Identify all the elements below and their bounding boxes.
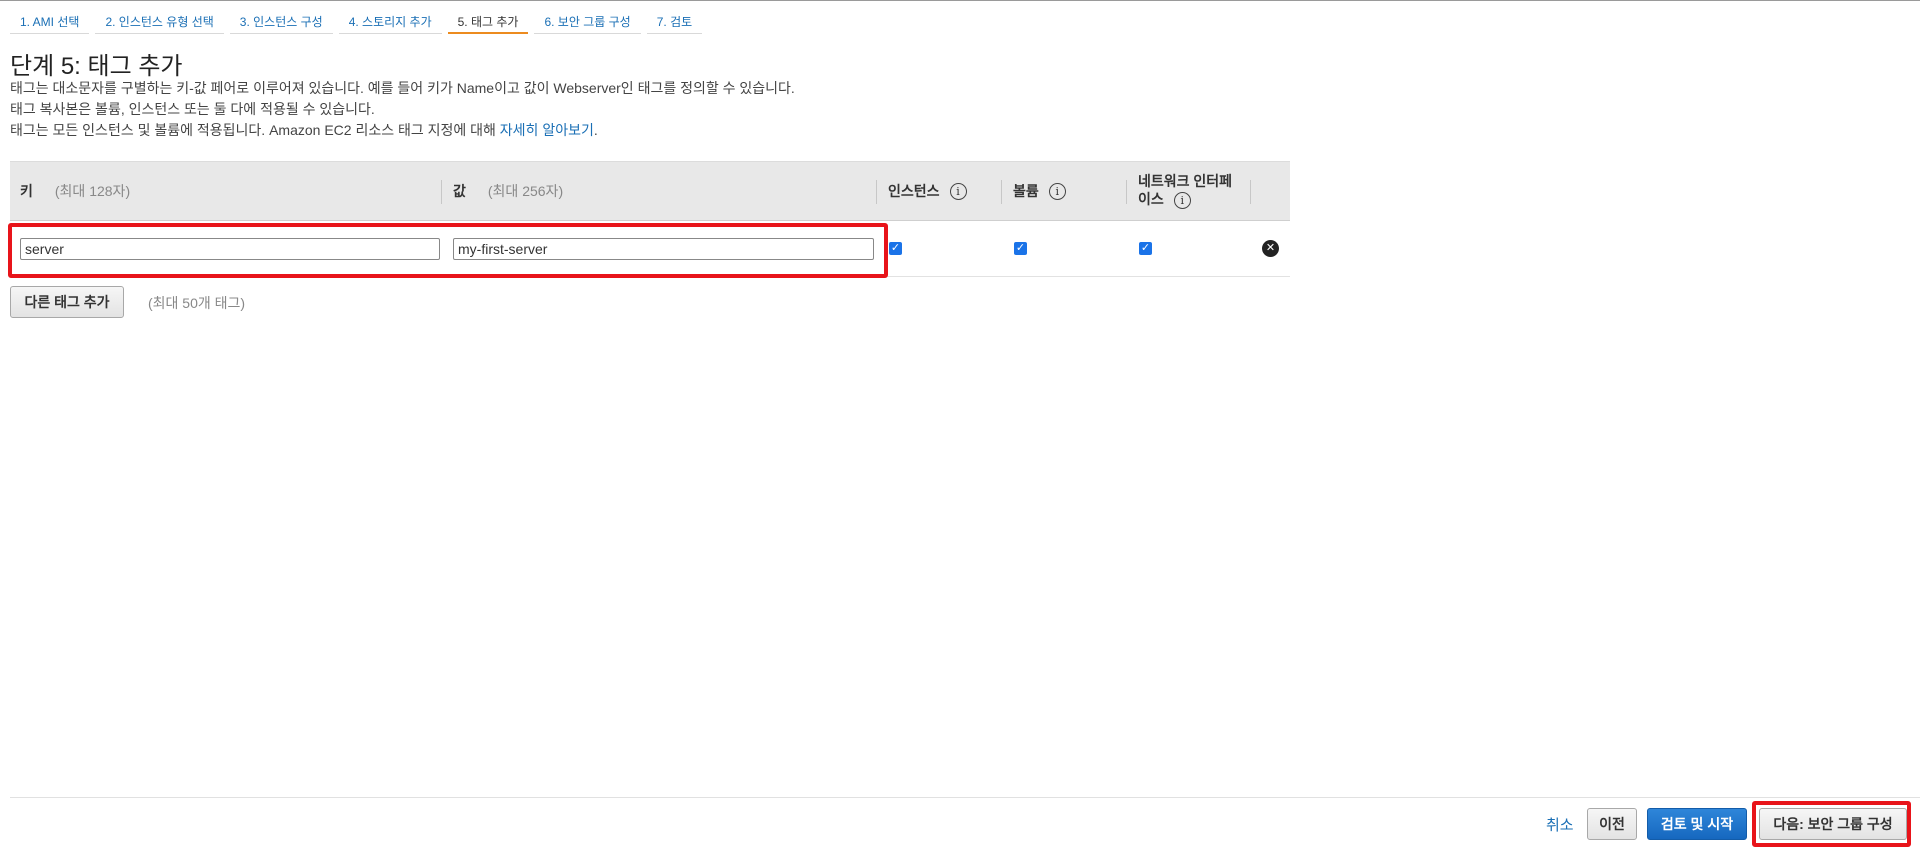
description-line-3-text: 태그는 모든 인스턴스 및 볼륨에 적용됩니다. Amazon EC2 리소스 …: [10, 122, 500, 138]
info-icon[interactable]: i: [1048, 182, 1066, 200]
step-instance-type[interactable]: 2. 인스턴스 유형 선택: [95, 10, 224, 34]
network-header-line-1: 네트워크 인터페: [1138, 173, 1233, 189]
key-column-header: 키 (최대 128자): [20, 162, 130, 220]
tag-value-input[interactable]: [453, 238, 874, 260]
wizard-steps: 1. AMI 선택 2. 인스턴스 유형 선택 3. 인스턴스 구성 4. 스토…: [10, 10, 708, 38]
instances-column-header: 인스턴스 i: [888, 162, 967, 220]
column-separator: [1126, 180, 1127, 204]
network-header-line-2: 이스 i: [1138, 190, 1232, 209]
info-icon[interactable]: i: [949, 182, 967, 200]
key-header-hint: (최대 128자): [54, 183, 131, 199]
column-separator: [876, 180, 877, 204]
description-line-1: 태그는 대소문자를 구별하는 키-값 페어로 이루어져 있습니다. 예를 들어 …: [10, 80, 795, 96]
step-add-tags[interactable]: 5. 태그 추가: [447, 10, 529, 34]
volumes-checkbox[interactable]: ✓: [1014, 242, 1027, 255]
step-security-group[interactable]: 6. 보안 그룹 구성: [534, 10, 641, 34]
tag-key-input[interactable]: [20, 238, 440, 260]
top-border: [0, 0, 1920, 1]
description-line-2: 태그 복사본은 볼륨, 인스턴스 또는 둘 다에 적용될 수 있습니다.: [10, 101, 375, 117]
page-title: 단계 5: 태그 추가: [10, 53, 183, 80]
network-interfaces-checkbox[interactable]: ✓: [1139, 242, 1152, 255]
remove-tag-icon[interactable]: ✕: [1262, 240, 1279, 257]
tags-table-header: 키 (최대 128자) 값 (최대 256자) 인스턴스 i 볼륨 i 네트워크…: [10, 161, 1290, 221]
column-separator: [1250, 180, 1251, 204]
value-column-header: 값 (최대 256자): [453, 162, 563, 220]
instances-header-label: 인스턴스: [888, 183, 940, 199]
add-tag-button[interactable]: 다른 태그 추가: [10, 286, 124, 318]
volumes-column-header: 볼륨 i: [1013, 162, 1066, 220]
volumes-header-label: 볼륨: [1013, 183, 1039, 199]
network-column-header: 네트워크 인터페 이스 i: [1138, 162, 1232, 220]
review-and-launch-button[interactable]: 검토 및 시작: [1647, 808, 1747, 840]
value-header-label: 값: [453, 183, 466, 199]
info-icon[interactable]: i: [1173, 192, 1191, 209]
step-configure-instance[interactable]: 3. 인스턴스 구성: [229, 10, 333, 34]
description-line-3: 태그는 모든 인스턴스 및 볼륨에 적용됩니다. Amazon EC2 리소스 …: [10, 120, 598, 140]
learn-more-link[interactable]: 자세히 알아보기: [500, 122, 594, 138]
cancel-link[interactable]: 취소: [1546, 814, 1574, 835]
step-ami[interactable]: 1. AMI 선택: [10, 10, 90, 34]
add-tag-hint: (최대 50개 태그): [148, 295, 246, 311]
next-security-group-button[interactable]: 다음: 보안 그룹 구성: [1759, 808, 1907, 840]
description-line-3-end: .: [593, 122, 598, 138]
instances-checkbox[interactable]: ✓: [889, 242, 902, 255]
footer-divider: [10, 797, 1920, 798]
column-separator: [1001, 180, 1002, 204]
step-add-storage[interactable]: 4. 스토리지 추가: [338, 10, 442, 34]
table-row: ✓ ✓ ✓ ✕: [10, 221, 1290, 277]
previous-button[interactable]: 이전: [1587, 808, 1637, 840]
value-header-hint: (최대 256자): [487, 183, 564, 199]
key-header-label: 키: [20, 183, 33, 199]
column-separator: [441, 180, 442, 204]
step-review[interactable]: 7. 검토: [646, 10, 703, 34]
